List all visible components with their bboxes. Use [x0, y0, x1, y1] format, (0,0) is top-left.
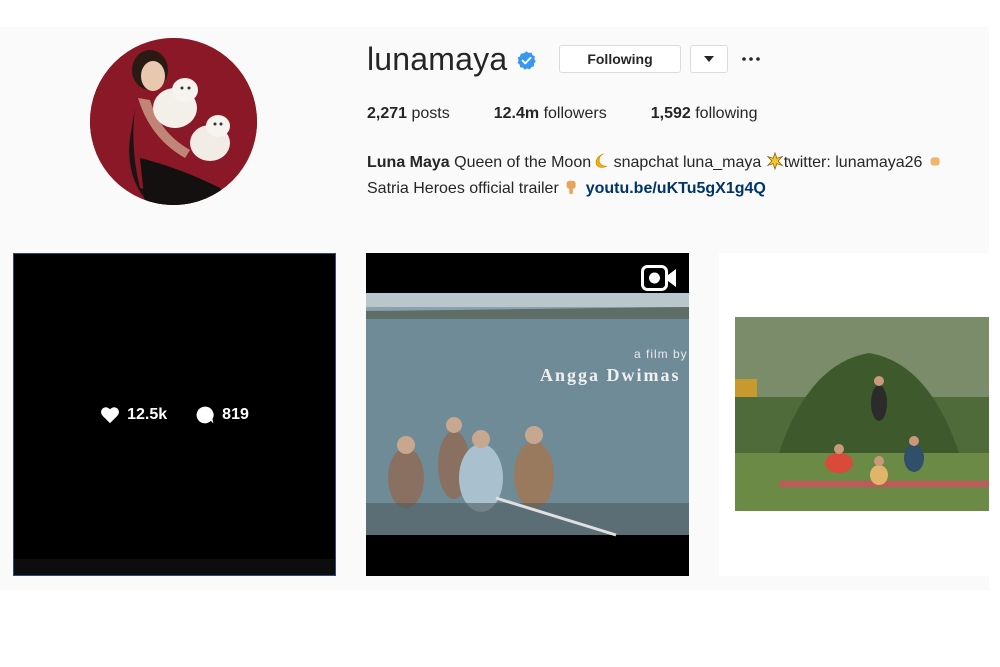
following-count: 1,592	[650, 105, 691, 122]
comments-count-item: 819	[195, 405, 249, 425]
caret-down-icon	[704, 55, 714, 62]
hand-pointing-emoji	[566, 180, 576, 195]
following-stat[interactable]: 1,592 following	[651, 105, 758, 123]
posts-label: posts	[411, 105, 450, 122]
bio-link[interactable]: youtu.be/uKTu5gX1g4Q	[586, 180, 766, 197]
verified-badge-icon	[516, 50, 537, 71]
post-tile-2[interactable]: a film by Angga Dwimas	[366, 253, 689, 576]
followers-stat[interactable]: 12.4m followers	[494, 105, 607, 123]
suggestions-dropdown-button[interactable]	[690, 45, 728, 73]
profile-bio: Luna Maya Queen of the Moon snapchat lun…	[367, 150, 989, 202]
post-hover-overlay: 12.5k 819	[13, 253, 336, 576]
post-tile-1[interactable]: 12.5k 819	[13, 253, 336, 576]
likes-count-item: 12.5k	[100, 406, 167, 424]
bio-text-2: Satria Heroes official trailer	[367, 180, 559, 197]
sparkle-emoji	[766, 152, 784, 170]
video-camera-icon	[641, 265, 677, 296]
bio-text-1: Queen of the Moon	[454, 154, 592, 171]
bio-line-1: Luna Maya Queen of the Moon snapchat lun…	[367, 150, 989, 176]
heart-icon	[101, 406, 120, 423]
profile-page: lunamaya Following 2,271 posts 12.4m fol…	[0, 27, 989, 590]
posts-stat: 2,271 posts	[367, 105, 450, 123]
following-button[interactable]: Following	[559, 45, 681, 73]
hand-pointing-emoji	[930, 157, 940, 166]
more-options-icon[interactable]	[741, 49, 761, 69]
followers-count: 12.4m	[493, 105, 540, 122]
bio-line-2: Satria Heroes official trailer youtu.be/…	[367, 176, 989, 202]
post-tile-footer	[14, 559, 335, 575]
likes-count: 12.5k	[127, 405, 168, 423]
comment-icon	[196, 406, 214, 423]
posts-count: 2,271	[367, 105, 408, 122]
moon-emoji	[595, 153, 608, 168]
post-photo	[719, 253, 989, 576]
video-caption-small: a film by	[634, 347, 688, 361]
video-thumbnail	[366, 253, 689, 576]
bio-twitter: twitter: lunamaya26	[783, 154, 923, 171]
video-caption-large: Angga Dwimas	[540, 365, 681, 385]
following-label: following	[695, 105, 758, 122]
post-tile-3[interactable]	[719, 253, 989, 576]
comments-count: 819	[222, 405, 249, 423]
profile-stats: 2,271 posts 12.4m followers 1,592 follow…	[367, 105, 801, 123]
profile-full-name: Luna Maya	[367, 154, 450, 171]
bio-snapchat: snapchat luna_maya	[613, 154, 762, 171]
profile-avatar[interactable]	[90, 38, 257, 205]
followers-label: followers	[543, 105, 607, 122]
profile-username: lunamaya	[367, 41, 508, 77]
